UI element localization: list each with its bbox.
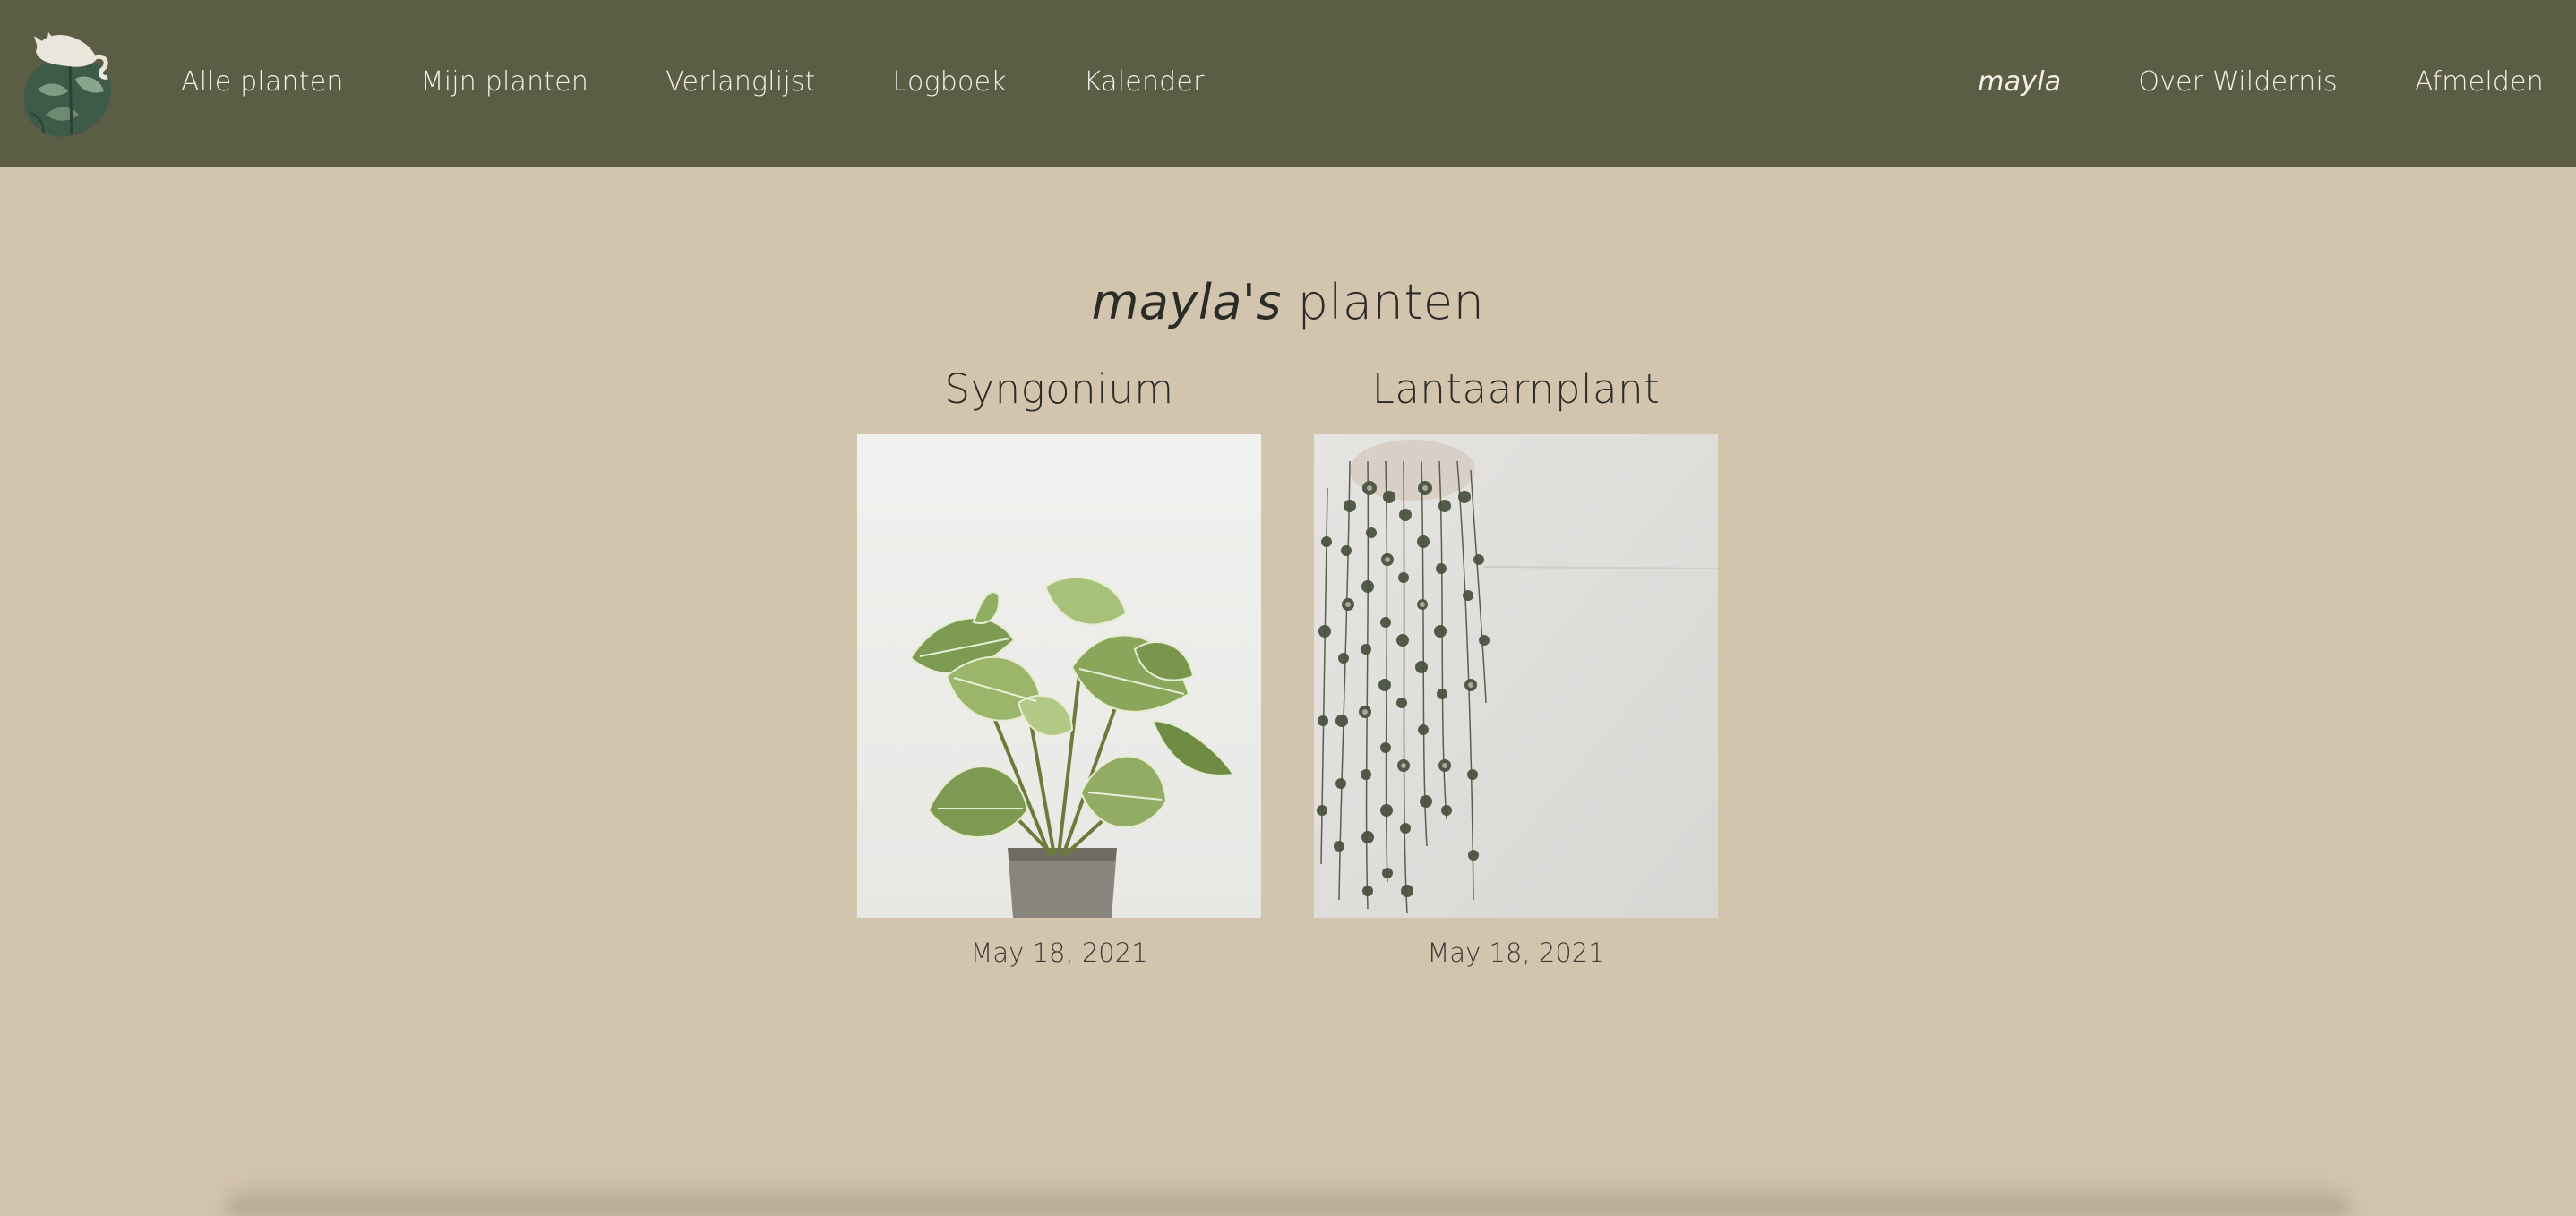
page-title-owner: mayla's <box>1091 274 1282 331</box>
plant-card-syngonium[interactable]: Syngonium May 18, 2021 <box>857 363 1261 968</box>
plant-grid: Syngonium May 18, 2021 Lantaarnplant May… <box>857 363 1718 968</box>
string-of-hearts-photo[interactable] <box>1314 434 1718 918</box>
plant-name[interactable]: Lantaarnplant <box>1372 363 1661 434</box>
nav-kalender[interactable]: Kalender <box>1084 66 1205 98</box>
plant-card-lantaarnplant[interactable]: Lantaarnplant May 18, 2021 <box>1314 363 1718 968</box>
footer-shadow <box>224 1180 2352 1216</box>
account-nav: mayla Over Wildernis Afmelden <box>1901 0 2544 164</box>
nav-over-wildernis[interactable]: Over Wildernis <box>2138 66 2337 98</box>
nav-user-profile[interactable]: mayla <box>1978 66 2061 98</box>
logo-icon[interactable] <box>20 27 120 140</box>
top-navbar: Alle planten Mijn planten Verlanglijst L… <box>0 0 2576 167</box>
page-title: mayla's planten <box>0 274 2576 330</box>
syngonium-photo[interactable] <box>857 434 1261 918</box>
nav-alle-planten[interactable]: Alle planten <box>181 66 344 98</box>
plant-name[interactable]: Syngonium <box>944 363 1173 434</box>
plant-date: May 18, 2021 <box>1427 938 1605 968</box>
primary-nav: Alle planten Mijn planten Verlanglijst L… <box>181 0 1282 164</box>
nav-afmelden[interactable]: Afmelden <box>2415 66 2544 98</box>
page-title-suffix: planten <box>1297 274 1485 331</box>
nav-mijn-planten[interactable]: Mijn planten <box>421 66 589 98</box>
nav-verlanglijst[interactable]: Verlanglijst <box>665 66 816 98</box>
nav-logboek[interactable]: Logboek <box>893 66 1007 98</box>
plant-date: May 18, 2021 <box>970 938 1148 968</box>
